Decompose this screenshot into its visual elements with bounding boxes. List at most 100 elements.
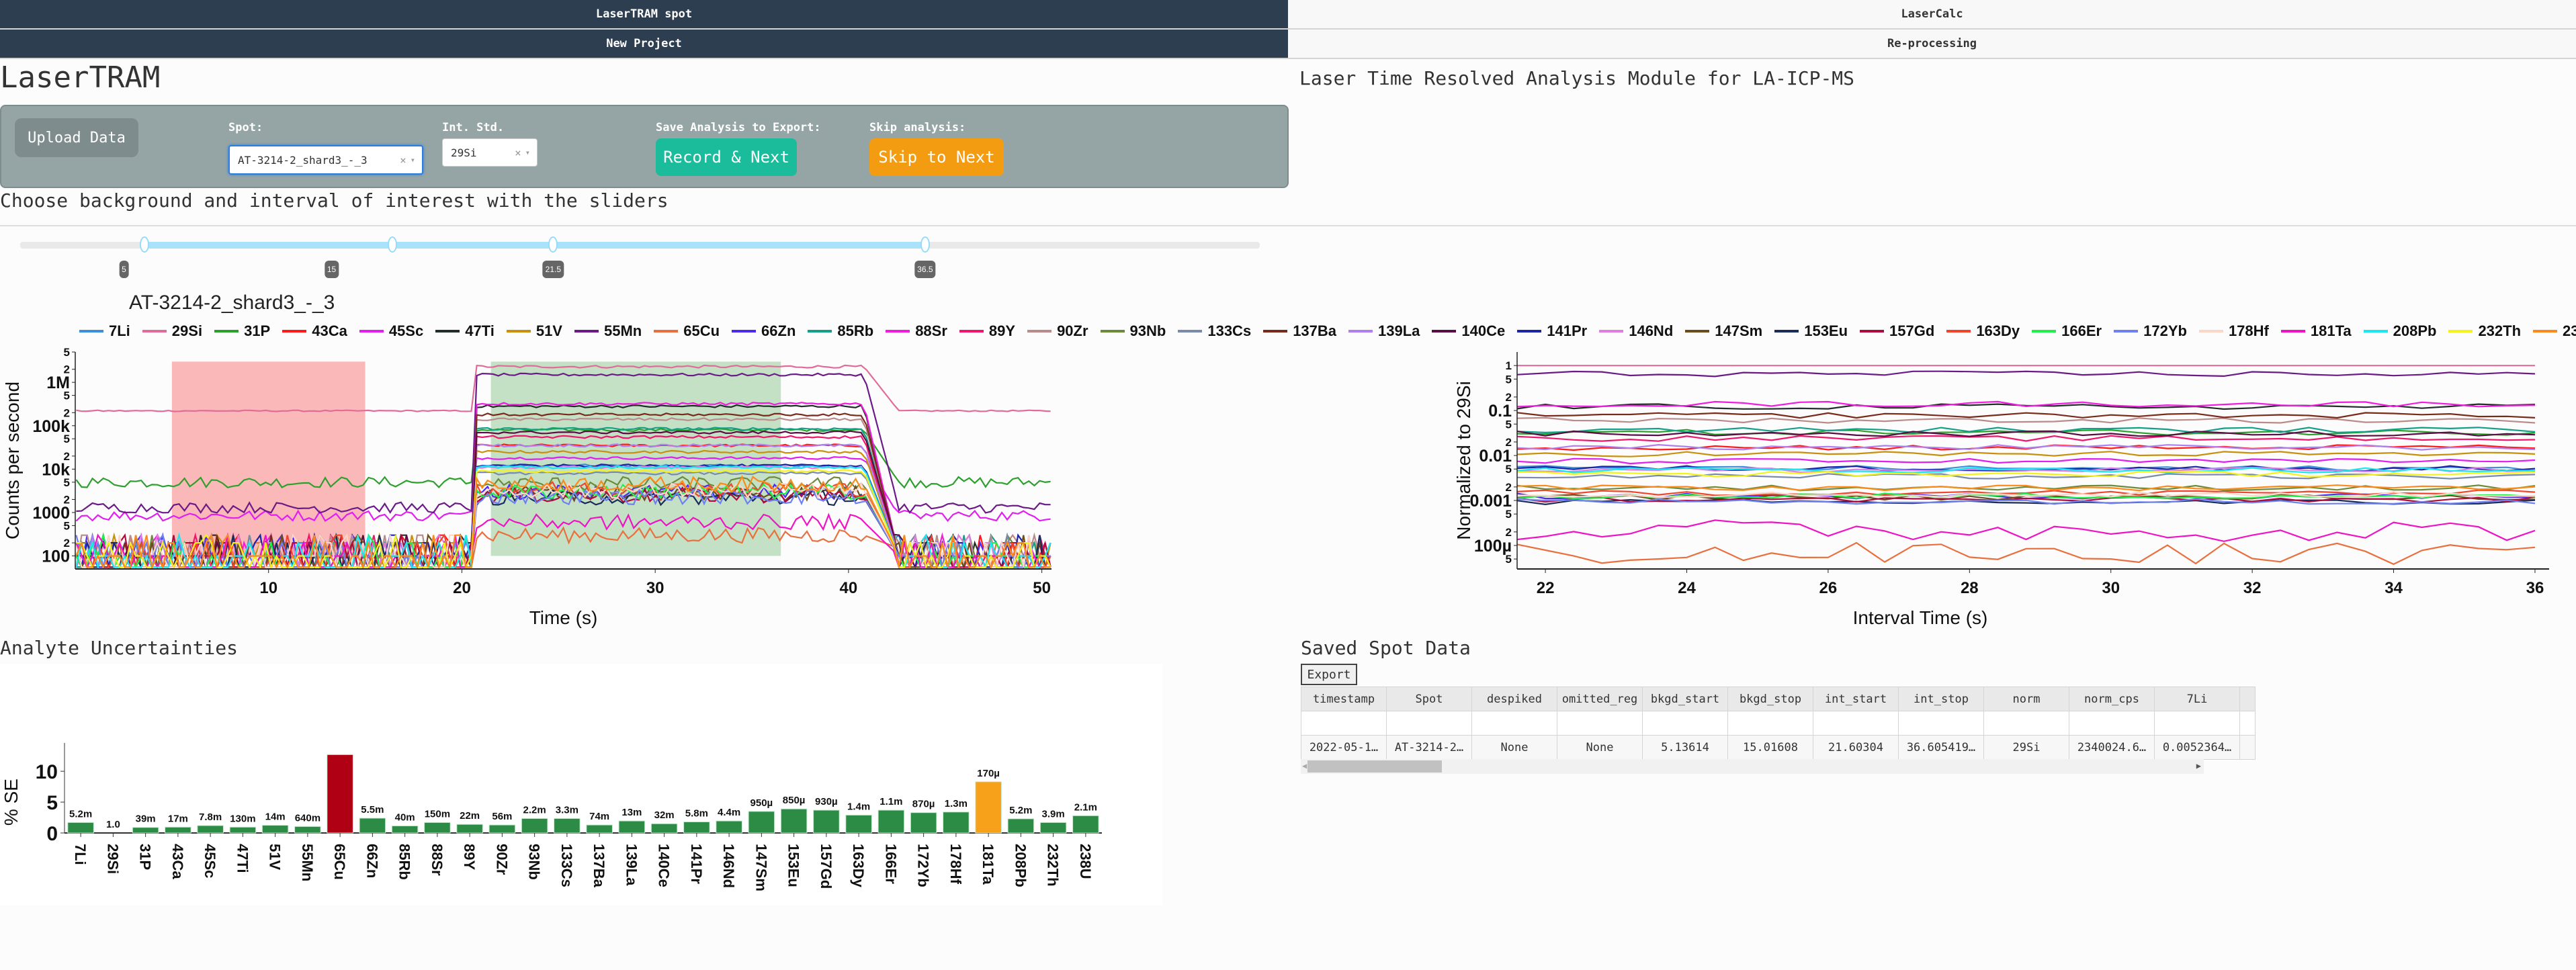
filter-cell[interactable] [1642,711,1728,736]
legend-item-43ca[interactable]: 43Ca [282,322,347,340]
bar-139la[interactable] [618,820,646,834]
legend-item-31p[interactable]: 31P [214,322,270,340]
bar-47ti[interactable] [229,826,257,834]
bar-55mn[interactable] [294,826,321,834]
legend-item-153eu[interactable]: 153Eu [1774,322,1848,340]
column-header-despiked[interactable]: despiked [1471,687,1557,711]
legend-item-51v[interactable]: 51V [506,322,562,340]
slider-handle[interactable] [387,236,397,253]
filter-cell[interactable] [1471,711,1557,736]
spot-select[interactable]: AT-3214-2_shard3_-_3 × ▾ [228,145,423,175]
legend-item-172yb[interactable]: 172Yb [2114,322,2187,340]
bar-178hf[interactable] [943,811,970,834]
range-slider[interactable]: 5 15 21.5 36.5 [20,236,1260,278]
column-header-bkgd-stop[interactable]: bkgd_stop [1727,687,1813,711]
bar-140ce[interactable] [650,823,678,834]
bar-208pb[interactable] [1007,818,1035,834]
bar-7li[interactable] [67,822,94,834]
legend-item-163dy[interactable]: 163Dy [1946,322,2020,340]
bar-137ba[interactable] [586,824,613,834]
filter-cell[interactable] [1386,711,1472,736]
bar-51v[interactable] [261,825,289,834]
legend-item-238u[interactable]: 238U [2533,322,2576,340]
int-std-select[interactable]: 29Si × ▾ [442,138,538,167]
legend-item-55mn[interactable]: 55Mn [574,322,642,340]
legend-item-166er[interactable]: 166Er [2032,322,2102,340]
legend-item-141pr[interactable]: 141Pr [1517,322,1587,340]
tab-re-processing[interactable]: Re-processing [1288,30,2576,58]
bar-232th[interactable] [1039,822,1067,834]
clear-icon[interactable]: × [515,146,521,159]
legend-item-90zr[interactable]: 90Zr [1027,322,1088,340]
scroll-right-icon[interactable]: ▶ [2196,761,2201,770]
filter-cell[interactable] [1301,711,1387,736]
filter-cell[interactable] [1898,711,1984,736]
bar-153eu[interactable] [780,808,808,834]
legend-item-47ti[interactable]: 47Ti [435,322,495,340]
bar-141pr[interactable] [683,821,710,834]
slider-handle[interactable] [920,236,930,253]
bar-166er[interactable] [877,809,905,834]
legend-item-137ba[interactable]: 137Ba [1263,322,1336,340]
legend-item-139la[interactable]: 139La [1348,322,1420,340]
export-button[interactable]: Export [1301,664,1357,685]
slider-handle[interactable] [548,236,558,253]
column-header-timestamp[interactable]: timestamp [1301,687,1387,711]
filter-cell[interactable] [1813,711,1899,736]
tab-lasertram-spot[interactable]: LaserTRAM spot [0,0,1288,28]
filter-cell[interactable] [1983,711,2069,736]
legend-item-140ce[interactable]: 140Ce [1432,322,1505,340]
filter-cell[interactable] [2069,711,2155,736]
bar-93nb[interactable] [521,818,548,834]
legend-item-7li[interactable]: 7Li [79,322,130,340]
legend-item-88sr[interactable]: 88Sr [886,322,947,340]
filter-cell[interactable] [2154,711,2240,736]
column-header-norm[interactable]: norm [1983,687,2069,711]
legend-item-178hf[interactable]: 178Hf [2198,322,2269,340]
legend-item-146nd[interactable]: 146Nd [1599,322,1673,340]
record-next-button[interactable]: Record & Next [656,138,797,176]
bar-163dy[interactable] [845,814,872,834]
legend-item-89y[interactable]: 89Y [959,322,1015,340]
bar-66zn[interactable] [359,818,386,834]
legend-item-232th[interactable]: 232Th [2448,322,2521,340]
legend-item-208pb[interactable]: 208Pb [2363,322,2436,340]
bar-147sm[interactable] [748,811,775,834]
bar-45sc[interactable] [197,825,224,834]
bar-146nd[interactable] [716,820,742,834]
legend-item-65cu[interactable]: 65Cu [654,322,720,340]
bar-133cs[interactable] [554,818,581,834]
column-header-int-start[interactable]: int_start [1813,687,1899,711]
legend-item-181ta[interactable]: 181Ta [2280,322,2352,340]
legend-item-147sm[interactable]: 147Sm [1685,322,1762,340]
bar-85rb[interactable] [391,825,419,834]
legend-item-29si[interactable]: 29Si [142,322,202,340]
chevron-down-icon[interactable]: ▾ [411,155,415,165]
skip-to-next-button[interactable]: Skip to Next [869,138,1004,176]
legend-item-157gd[interactable]: 157Gd [1860,322,1934,340]
scroll-left-icon[interactable]: ◀ [1302,761,1307,770]
bar-181ta[interactable] [975,781,1002,834]
column-header-bkgd-start[interactable]: bkgd_start [1642,687,1728,711]
legend-item-85rb[interactable]: 85Rb [808,322,873,340]
column-header-norm-cps[interactable]: norm_cps [2069,687,2155,711]
bar-238u[interactable] [1072,815,1099,834]
legend-item-133cs[interactable]: 133Cs [1178,322,1251,340]
bar-65cu[interactable] [327,754,353,834]
column-header-int-stop[interactable]: int_stop [1898,687,1984,711]
clear-icon[interactable]: × [400,154,406,167]
legend-item-66zn[interactable]: 66Zn [732,322,796,340]
upload-data-button[interactable]: Upload Data [15,118,138,157]
bar-157gd[interactable] [813,809,840,834]
filter-cell[interactable] [1557,711,1643,736]
legend-item-93nb[interactable]: 93Nb [1100,322,1166,340]
tab-lasercalc[interactable]: LaserCalc [1288,0,2576,28]
column-header-spot[interactable]: Spot [1386,687,1472,711]
bar-43ca[interactable] [165,826,191,834]
bar-31p[interactable] [132,827,159,834]
filter-cell[interactable] [1727,711,1813,736]
legend-item-45sc[interactable]: 45Sc [359,322,423,340]
slider-handle[interactable] [139,236,149,253]
column-header-7li[interactable]: 7Li [2154,687,2240,711]
scrollbar-thumb[interactable] [1307,760,1442,773]
